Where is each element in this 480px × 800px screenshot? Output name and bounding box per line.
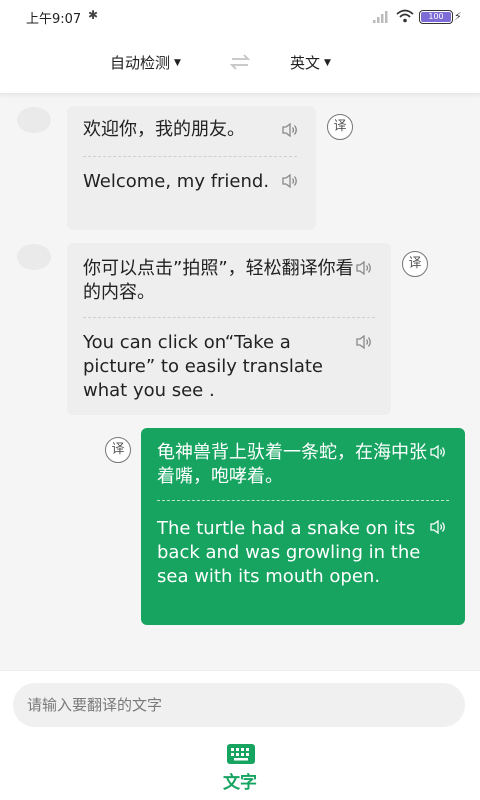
charging-bolt-icon: ⚡ [454,10,462,23]
divider [83,156,297,157]
speaker-icon[interactable] [429,444,447,460]
translate-button[interactable]: 译 [105,437,131,463]
original-text: 你可以点击”拍照”，轻松翻译你看的内容。 [83,258,354,303]
translation-text: Welcome, my friend. [83,171,270,192]
avatar [17,107,51,133]
speaker-icon[interactable] [281,173,299,189]
avatar [17,244,51,270]
status-time: 上午9:07 [26,12,82,27]
language-bar: 自动检测 ▼ 英文 ▼ [0,34,480,94]
source-language-dropdown[interactable]: 自动检测 ▼ [110,52,181,73]
speaker-icon[interactable] [355,334,373,350]
keyboard-icon [227,744,255,764]
battery-level: 100 [428,12,444,21]
original-text: 欢迎你，我的朋友。 [83,119,245,140]
translation-text: The turtle had a snake on its back and w… [157,518,421,587]
message-bubble: 欢迎你，我的朋友。 Welcome, my friend. [67,106,316,230]
swap-languages-icon[interactable] [229,53,251,71]
translate-button[interactable]: 译 [402,251,428,277]
divider [83,317,375,318]
signal-icon [373,11,388,23]
message-bubble-outgoing: 龟神兽背上驮着一条蛇，在海中张着嘴，咆哮着。 The turtle had a … [141,428,465,625]
battery-icon: 100 [419,10,453,24]
bottom-tab-bar: 文字 [0,738,480,800]
input-bar [0,670,480,738]
divider [157,500,449,501]
speaker-icon[interactable] [281,122,299,138]
target-language-label: 英文 [290,54,321,72]
source-language-label: 自动检测 [110,54,171,72]
speaker-icon[interactable] [429,519,447,535]
wifi-icon [396,9,414,23]
message-bubble: 你可以点击”拍照”，轻松翻译你看的内容。 You can click on“Ta… [67,243,391,415]
chevron-down-icon: ▼ [174,58,181,68]
original-text: 龟神兽背上驮着一条蛇，在海中张着嘴，咆哮着。 [157,442,427,487]
tab-label: 文字 [223,773,257,793]
status-bar: 上午9:07 ✱ 100 ⚡ [0,0,480,34]
translate-button[interactable]: 译 [327,114,353,140]
target-language-dropdown[interactable]: 英文 ▼ [290,52,331,73]
speaker-icon[interactable] [355,260,373,276]
translation-text: You can click on“Take a picture” to easi… [83,332,324,401]
translate-text-input[interactable] [13,683,465,727]
bluetooth-icon: ✱ [88,8,99,22]
chevron-down-icon: ▼ [324,58,331,68]
